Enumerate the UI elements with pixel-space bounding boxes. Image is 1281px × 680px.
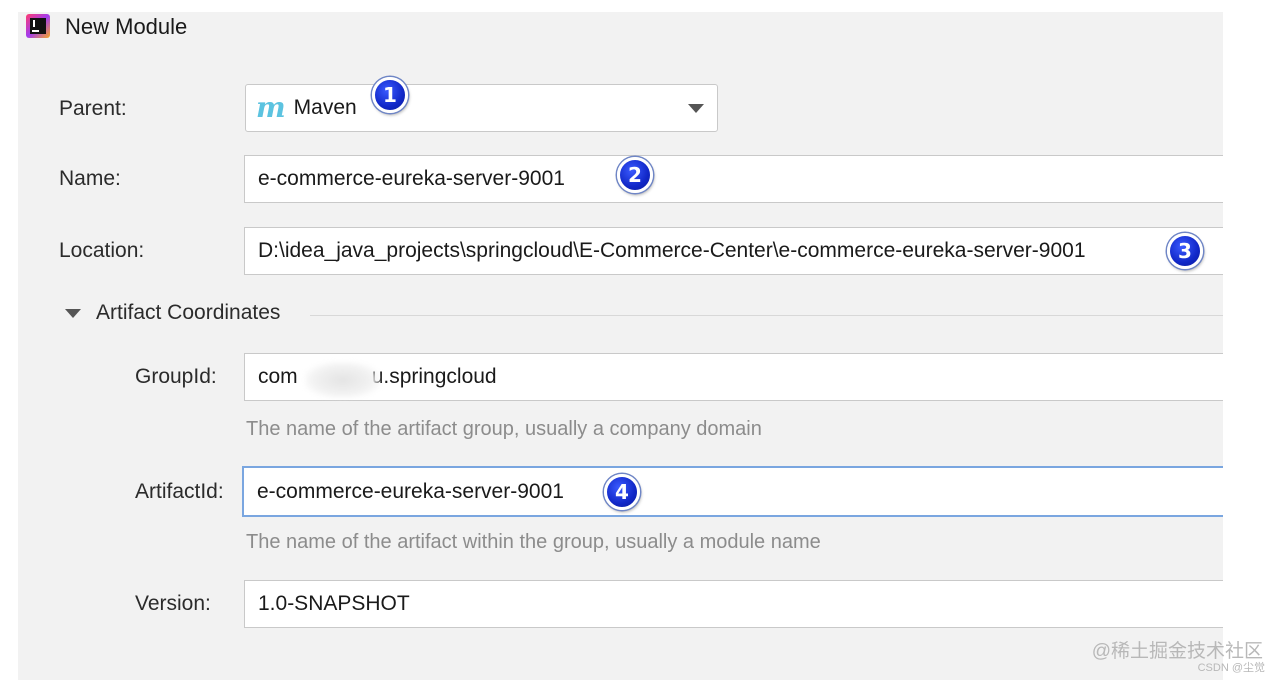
artifact-coordinates-title: Artifact Coordinates — [96, 301, 281, 324]
groupid-label: GroupId: — [135, 365, 217, 388]
annotation-badge-4: 4 — [604, 474, 640, 510]
chevron-down-icon[interactable] — [688, 104, 704, 113]
section-divider — [310, 315, 1223, 316]
groupid-value-end: u.springcloud — [371, 365, 497, 388]
window-title: New Module — [65, 14, 188, 39]
groupid-field[interactable]: com u.springcloud — [244, 353, 1223, 401]
annotation-badge-2: 2 — [617, 157, 653, 193]
version-field[interactable]: 1.0-SNAPSHOT — [244, 580, 1223, 628]
artifactid-field-value: e-commerce-eureka-server-9001 — [257, 479, 564, 503]
title-bar: New Module — [0, 0, 1281, 52]
annotation-badge-3: 3 — [1167, 233, 1203, 269]
artifactid-hint: The name of the artifact within the grou… — [246, 531, 821, 553]
watermark-subtext: CSDN @尘觉 — [1197, 662, 1265, 674]
groupid-value-start: com — [258, 365, 298, 388]
name-label: Name: — [59, 167, 121, 190]
annotation-badge-1: 1 — [372, 77, 408, 113]
artifactid-label: ArtifactId: — [135, 480, 224, 503]
location-field[interactable]: D:\idea_java_projects\springcloud\E-Comm… — [244, 227, 1223, 275]
version-field-value: 1.0-SNAPSHOT — [258, 592, 410, 615]
name-field-value: e-commerce-eureka-server-9001 — [258, 167, 565, 190]
artifactid-field[interactable]: e-commerce-eureka-server-9001 — [242, 466, 1223, 517]
name-field[interactable]: e-commerce-eureka-server-9001 — [244, 155, 1223, 203]
location-field-value: D:\idea_java_projects\springcloud\E-Comm… — [258, 239, 1086, 262]
location-label: Location: — [59, 239, 145, 262]
parent-select-value: Maven — [293, 96, 357, 119]
artifact-coordinates-toggle[interactable]: Artifact Coordinates — [65, 301, 280, 325]
redaction-blur — [305, 362, 380, 398]
intellij-app-icon — [26, 14, 50, 38]
collapse-triangle-icon — [65, 308, 81, 318]
parent-label: Parent: — [59, 97, 127, 120]
version-label: Version: — [135, 592, 211, 615]
parent-select[interactable]: m Maven — [245, 84, 718, 132]
maven-icon: m — [256, 91, 286, 124]
groupid-hint: The name of the artifact group, usually … — [246, 418, 762, 440]
